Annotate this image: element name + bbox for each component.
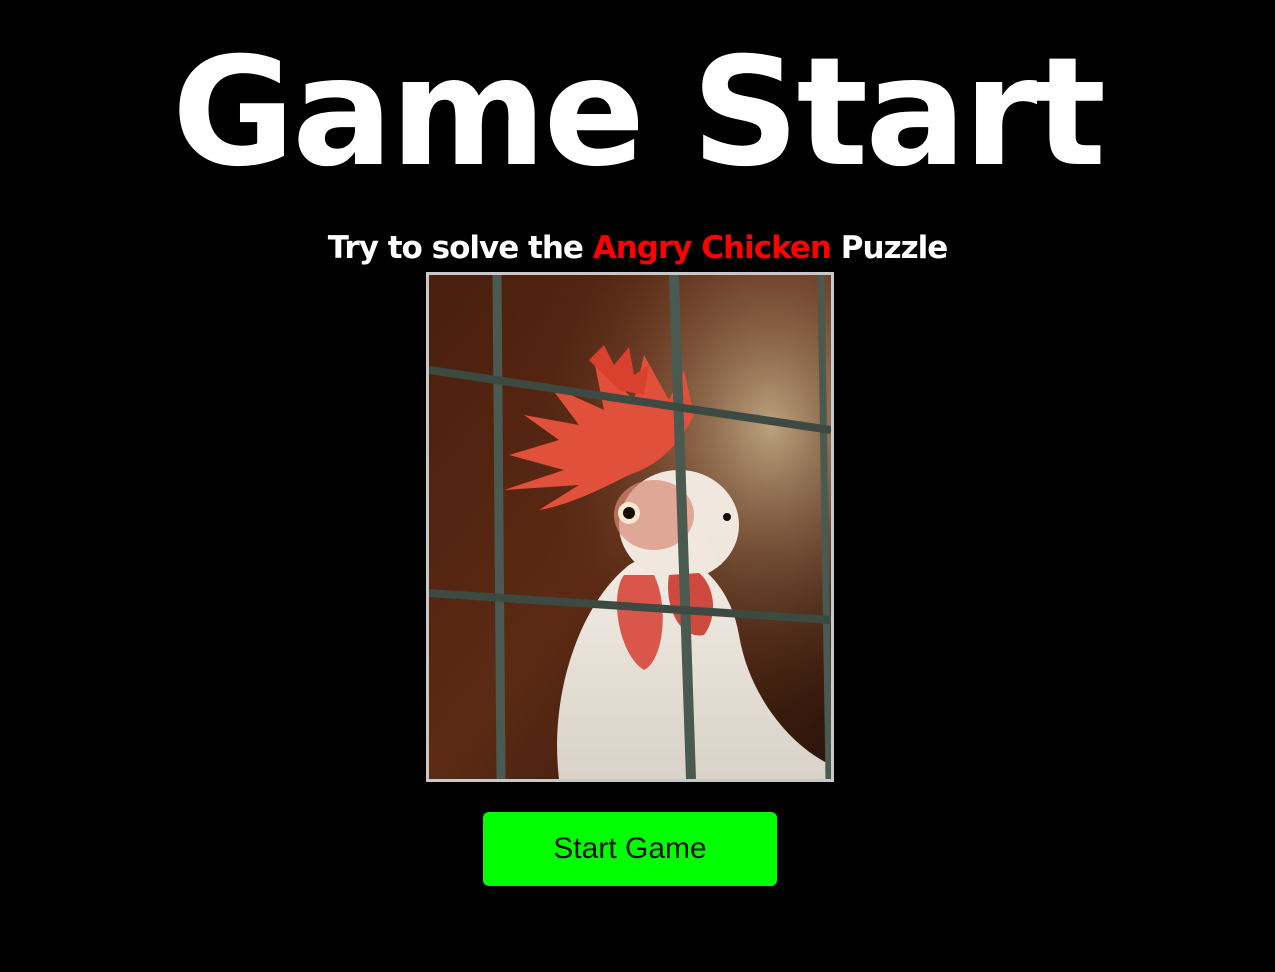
- page-title: Game Start: [171, 26, 1106, 200]
- subtitle-suffix: Puzzle: [830, 230, 949, 266]
- chicken-illustration: [429, 275, 831, 779]
- puzzle-preview-image: [426, 272, 834, 782]
- start-game-button[interactable]: Start Game: [483, 812, 777, 886]
- subtitle-prefix: Try to solve the: [327, 230, 593, 266]
- puzzle-subtitle: Try to solve the Angry Chicken Puzzle: [0, 228, 1275, 268]
- subtitle-highlight: Angry Chicken: [592, 230, 832, 266]
